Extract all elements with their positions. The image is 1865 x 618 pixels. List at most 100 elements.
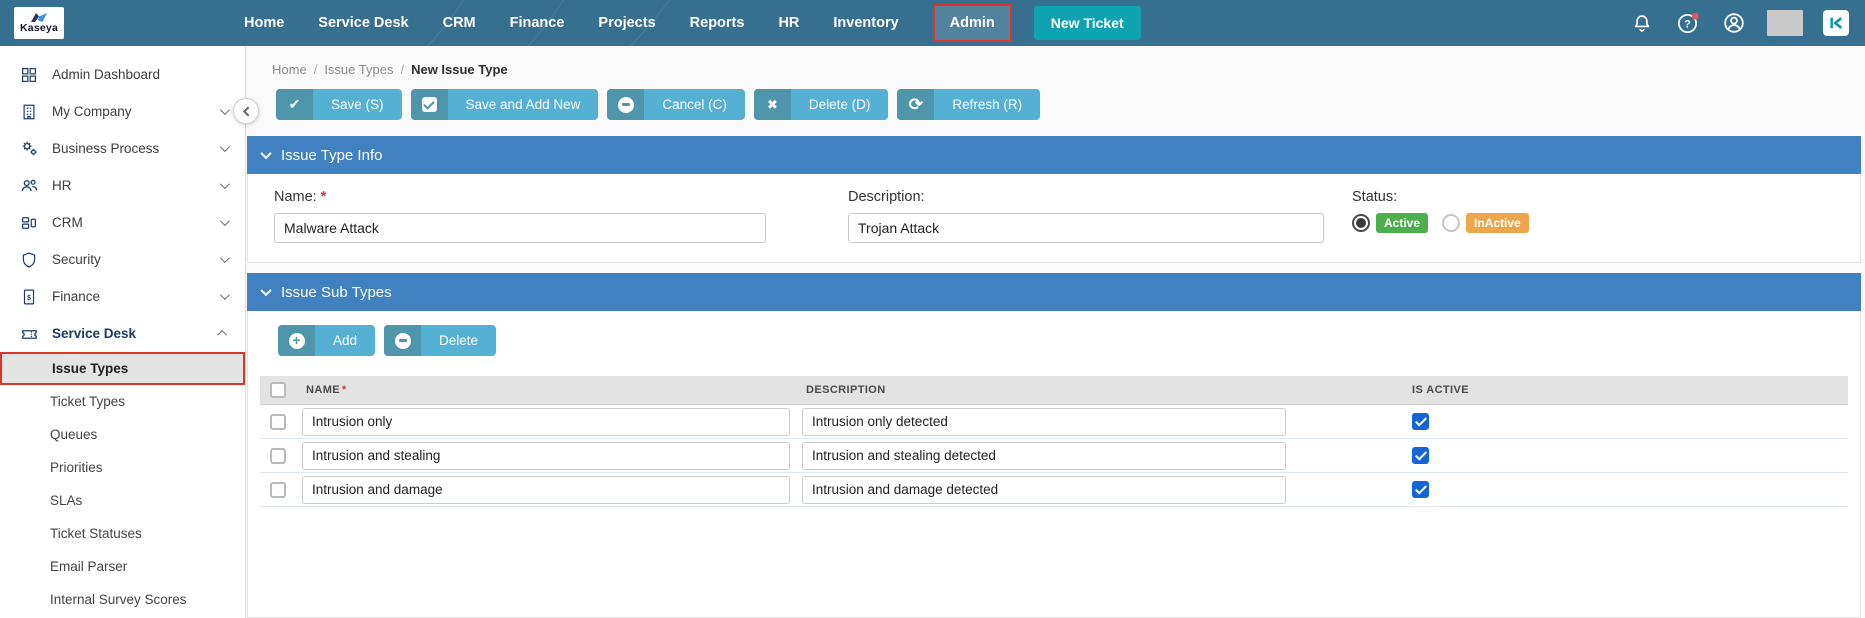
kaseya-logo[interactable]: Kaseya: [14, 7, 64, 39]
sidebar-item-hr[interactable]: HR: [0, 167, 245, 204]
app-window: Kaseya Home Service Desk CRM Finance Pro…: [0, 0, 1865, 618]
save-and-add-new-button[interactable]: Save and Add New: [411, 89, 599, 120]
select-all-checkbox[interactable]: [270, 382, 286, 398]
add-sub-type-button[interactable]: Add: [278, 325, 375, 356]
sub-types-table: NAME * DESCRIPTION IS ACTIVE: [260, 376, 1848, 507]
breadcrumb: Home / Issue Types / New Issue Type: [246, 46, 1861, 77]
sidebar: Admin Dashboard My Company Business Proc…: [0, 46, 246, 618]
sub-type-description-input[interactable]: [802, 408, 1286, 436]
crm-boxes-icon: [18, 212, 40, 234]
status-active-badge[interactable]: Active: [1376, 213, 1428, 233]
sub-type-description-input[interactable]: [802, 442, 1286, 470]
help-icon[interactable]: ?: [1675, 10, 1701, 36]
section-title: Issue Type Info: [281, 147, 382, 164]
sidebar-item-slas[interactable]: SLAs: [0, 484, 245, 517]
main-content: Home / Issue Types / New Issue Type Save…: [246, 46, 1865, 618]
table-row: [260, 439, 1848, 473]
profile-icon[interactable]: [1721, 10, 1747, 36]
issue-sub-types-panel: Issue Sub Types Add Delete: [247, 273, 1861, 618]
bell-icon[interactable]: [1629, 10, 1655, 36]
chevron-down-icon: [220, 179, 230, 189]
status-inactive-radio[interactable]: [1442, 214, 1460, 232]
top-nav-bar: Kaseya Home Service Desk CRM Finance Pro…: [0, 0, 1865, 46]
nav-crm[interactable]: CRM: [443, 15, 476, 31]
minus-circle-icon: [384, 325, 421, 356]
issue-sub-types-body: Add Delete: [247, 311, 1861, 618]
is-active-checkbox[interactable]: [1412, 481, 1429, 498]
nav-reports[interactable]: Reports: [690, 15, 745, 31]
issue-sub-types-header[interactable]: Issue Sub Types: [247, 273, 1861, 311]
issue-type-info-body: Name: * Description:: [247, 174, 1861, 263]
sidebar-item-my-company[interactable]: My Company: [0, 93, 245, 130]
sub-type-actions: Add Delete: [248, 311, 1860, 356]
minus-circle-icon: [607, 89, 644, 120]
description-field[interactable]: [848, 213, 1324, 243]
svg-text:$: $: [27, 294, 31, 302]
sidebar-item-security[interactable]: Security: [0, 241, 245, 278]
sidebar-item-business-process[interactable]: Business Process: [0, 130, 245, 167]
main-nav: Home Service Desk CRM Finance Projects R…: [244, 4, 1012, 42]
header-name-cell: NAME *: [300, 384, 800, 396]
toolbar: Save (S) Save and Add New Cancel (C) Del…: [246, 77, 1861, 136]
kaseya-logo-glyph: [31, 13, 48, 22]
sidebar-item-priorities[interactable]: Priorities: [0, 451, 245, 484]
sidebar-item-finance[interactable]: $ Finance: [0, 278, 245, 315]
nav-home[interactable]: Home: [244, 15, 284, 31]
grid-icon: [18, 64, 40, 86]
status-active-radio[interactable]: [1352, 214, 1370, 232]
chevron-left-icon: [242, 106, 252, 116]
required-asterisk: *: [321, 189, 327, 205]
row-select-checkbox[interactable]: [270, 448, 286, 464]
it-complete-icon[interactable]: [1823, 10, 1849, 36]
sidebar-item-email-parser[interactable]: Email Parser: [0, 550, 245, 583]
refresh-icon: [897, 89, 934, 120]
column-description: DESCRIPTION: [800, 384, 886, 396]
nav-inventory[interactable]: Inventory: [833, 15, 898, 31]
issue-type-info-header[interactable]: Issue Type Info: [247, 136, 1861, 174]
sidebar-item-ticket-statuses[interactable]: Ticket Statuses: [0, 517, 245, 550]
sub-type-name-input[interactable]: [302, 476, 790, 504]
sidebar-item-service-desk[interactable]: Service Desk: [0, 315, 245, 352]
name-field[interactable]: [274, 213, 766, 243]
nav-service-desk[interactable]: Service Desk: [318, 15, 408, 31]
row-select-checkbox[interactable]: [270, 482, 286, 498]
chevron-down-icon: [220, 216, 230, 226]
table-row: [260, 473, 1848, 507]
chevron-down-icon: [260, 148, 271, 159]
sidebar-item-internal-survey-scores[interactable]: Internal Survey Scores: [0, 583, 245, 616]
table-header-row: NAME * DESCRIPTION IS ACTIVE: [260, 376, 1848, 405]
sidebar-item-queues[interactable]: Queues: [0, 418, 245, 451]
save-button[interactable]: Save (S): [276, 89, 402, 120]
refresh-button[interactable]: Refresh (R): [897, 89, 1040, 120]
delete-button[interactable]: Delete (D): [754, 89, 889, 120]
breadcrumb-separator: /: [400, 62, 404, 77]
nav-projects[interactable]: Projects: [598, 15, 655, 31]
new-ticket-button[interactable]: New Ticket: [1034, 6, 1141, 40]
sub-type-name-input[interactable]: [302, 408, 790, 436]
chevron-down-icon: [220, 105, 230, 115]
is-active-checkbox[interactable]: [1412, 447, 1429, 464]
nav-finance[interactable]: Finance: [510, 15, 565, 31]
chevron-down-icon: [220, 253, 230, 263]
is-active-checkbox[interactable]: [1412, 413, 1429, 430]
name-field-group: Name: *: [274, 189, 848, 243]
header-checkbox-cell: [260, 382, 300, 398]
cancel-button[interactable]: Cancel (C): [607, 89, 745, 120]
sidebar-collapse-button[interactable]: [233, 98, 259, 124]
status-inactive-badge[interactable]: InActive: [1466, 213, 1529, 233]
finance-doc-icon: $: [18, 286, 40, 308]
chevron-down-icon: [220, 142, 230, 152]
breadcrumb-home[interactable]: Home: [272, 62, 307, 77]
sidebar-item-admin-dashboard[interactable]: Admin Dashboard: [0, 56, 245, 93]
nav-hr[interactable]: HR: [778, 15, 799, 31]
sub-type-description-input[interactable]: [802, 476, 1286, 504]
nav-admin[interactable]: Admin: [933, 4, 1012, 42]
sidebar-item-issue-types[interactable]: Issue Types: [0, 352, 245, 385]
row-select-checkbox[interactable]: [270, 414, 286, 430]
sub-type-name-input[interactable]: [302, 442, 790, 470]
sidebar-item-ticket-types[interactable]: Ticket Types: [0, 385, 245, 418]
checkbox-check-icon: [411, 89, 448, 120]
delete-sub-type-button[interactable]: Delete: [384, 325, 496, 356]
sidebar-item-crm[interactable]: CRM: [0, 204, 245, 241]
breadcrumb-issue-types[interactable]: Issue Types: [324, 62, 393, 77]
